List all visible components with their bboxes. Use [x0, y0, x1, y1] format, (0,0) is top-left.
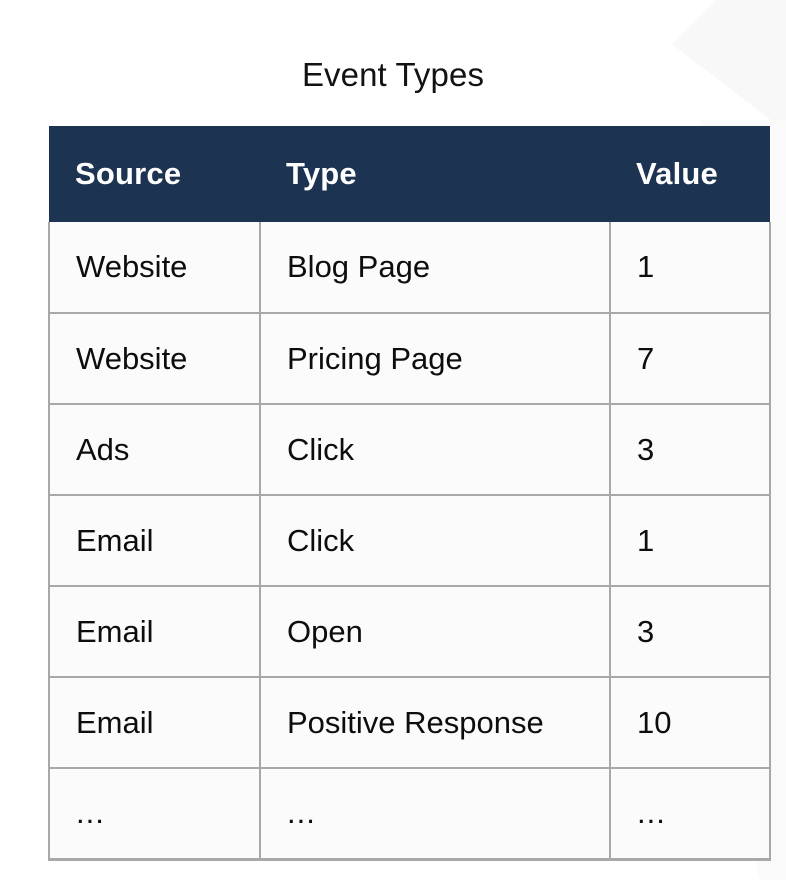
table-header-row: Source Type Value [49, 126, 770, 222]
cell-value: 1 [610, 222, 771, 314]
cell-value: 1 [610, 495, 771, 587]
table-body: Website Blog Page 1 Website Pricing Page… [48, 222, 771, 861]
cell-source: Website [48, 222, 261, 314]
cell-type: Open [260, 586, 611, 678]
table-row: Website Pricing Page 7 [48, 313, 771, 405]
table-row: Email Click 1 [48, 495, 771, 587]
column-header-type[interactable]: Type [260, 126, 610, 222]
cell-value: 3 [610, 404, 771, 496]
cell-source: Email [48, 586, 261, 678]
cell-source-ellipsis: ... [48, 768, 261, 861]
column-header-source[interactable]: Source [49, 126, 260, 222]
cell-value: 10 [610, 677, 771, 769]
cell-source: Email [48, 495, 261, 587]
cell-source: Ads [48, 404, 261, 496]
page-title: Event Types [301, 56, 485, 93]
cell-type: Positive Response [260, 677, 611, 769]
table-row: Ads Click 3 [48, 404, 771, 496]
cell-value: 7 [610, 313, 771, 405]
table-row-truncation: ... ... ... [48, 768, 771, 861]
cell-type: Click [260, 404, 611, 496]
table-figure: Event Types Source Type Value Website Bl… [0, 0, 786, 880]
cell-source: Website [48, 313, 261, 405]
table-row: Email Open 3 [48, 586, 771, 678]
table-row: Website Blog Page 1 [48, 222, 771, 314]
cell-source: Email [48, 677, 261, 769]
table-row: Email Positive Response 10 [48, 677, 771, 769]
cell-type-ellipsis: ... [260, 768, 611, 861]
column-header-value[interactable]: Value [610, 126, 770, 222]
cell-value-ellipsis: ... [610, 768, 771, 861]
cell-value: 3 [610, 586, 771, 678]
cell-type: Click [260, 495, 611, 587]
table-header: Source Type Value [49, 126, 770, 222]
cell-type: Blog Page [260, 222, 611, 314]
cell-type: Pricing Page [260, 313, 611, 405]
event-types-table: Source Type Value Website Blog Page 1 We… [48, 126, 771, 861]
